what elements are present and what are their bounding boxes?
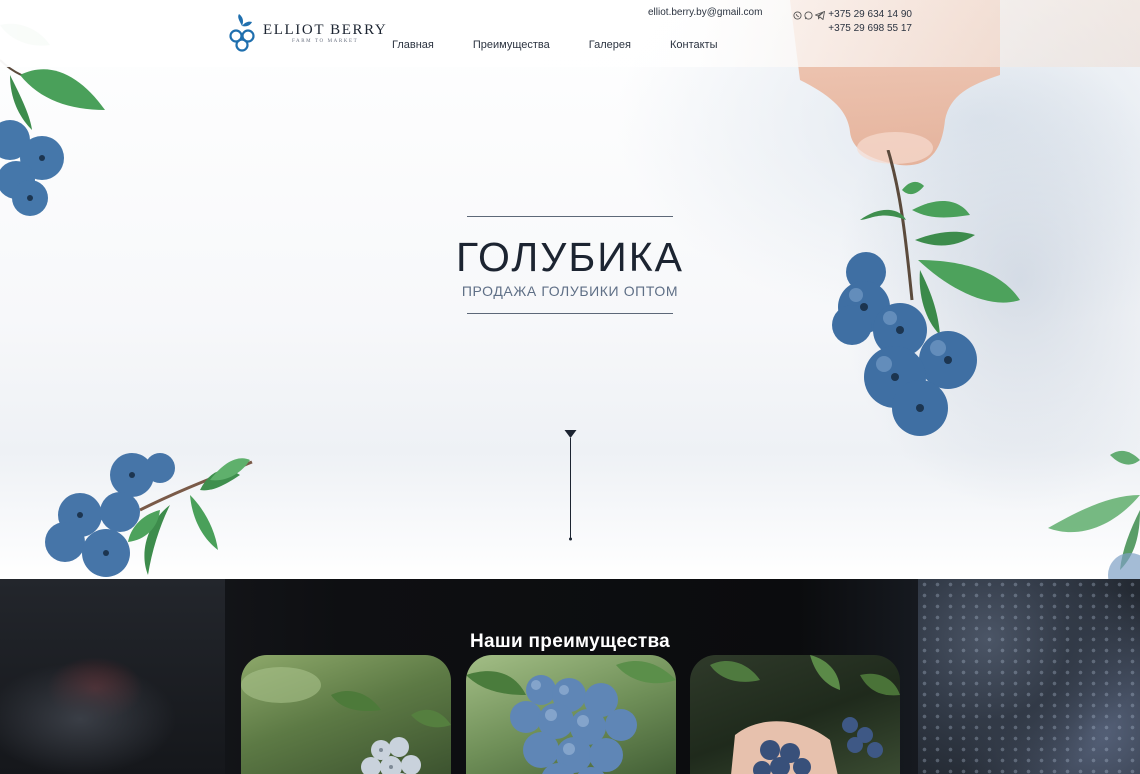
advantages-title: Наши преимущества [469, 630, 671, 652]
hero-title: ГОЛУБИКА [456, 234, 684, 280]
email-link[interactable]: elliot.berry.by@gmail.com [648, 7, 762, 18]
title-divider-bottom [467, 313, 673, 314]
berries-droplets-right-image [918, 579, 1140, 774]
logo-tagline: FARM TO MARKET [292, 39, 359, 44]
unripe-berries-image [241, 667, 451, 774]
phone-1[interactable]: +375 29 634 14 90 [828, 8, 912, 22]
leaves-bottom-right-image [1048, 450, 1140, 579]
advantage-card-3[interactable] [690, 655, 900, 774]
nav-item-advantages[interactable]: Преимущества [473, 39, 550, 51]
hero-subtitle: ПРОДАЖА ГОЛУБИКИ ОПТОМ [461, 283, 679, 299]
berry-branch-bottom-left-image [45, 453, 253, 577]
blueberry-cluster-image [466, 660, 676, 774]
advantage-card-1[interactable] [241, 655, 451, 774]
logo[interactable]: ELLIOT BERRY FARM TO MARKET [229, 14, 387, 52]
main-nav: Главная Преимущества Галерея Контакты [392, 39, 756, 51]
hand-picking-berries-image [710, 655, 900, 774]
advantage-card-2[interactable] [466, 655, 676, 774]
hero-title-block: ГОЛУБИКА ПРОДАЖА ГОЛУБИКИ ОПТОМ [0, 216, 1140, 314]
logo-name: ELLIOT BERRY [263, 22, 388, 38]
title-divider-top [467, 216, 673, 217]
hero-section: ELLIOT BERRY FARM TO MARKET Главная Преи… [0, 0, 1140, 579]
berries-dark-left-image [0, 579, 225, 774]
scroll-down-arrow-icon[interactable] [564, 429, 577, 541]
nav-item-home[interactable]: Главная [392, 39, 434, 51]
nav-item-contacts[interactable]: Контакты [670, 39, 718, 51]
phone-block: +375 29 634 14 90 +375 29 698 55 17 [793, 8, 912, 36]
whatsapp-icon[interactable] [804, 10, 813, 20]
telegram-icon[interactable] [815, 10, 826, 20]
nav-item-gallery[interactable]: Галерея [589, 39, 631, 51]
logo-berries-icon [229, 14, 255, 52]
phone-2[interactable]: +375 29 698 55 17 [793, 22, 912, 36]
viber-icon[interactable] [793, 10, 802, 20]
header-background [0, 0, 1140, 67]
advantages-section: Наши преимущества [0, 579, 1140, 774]
